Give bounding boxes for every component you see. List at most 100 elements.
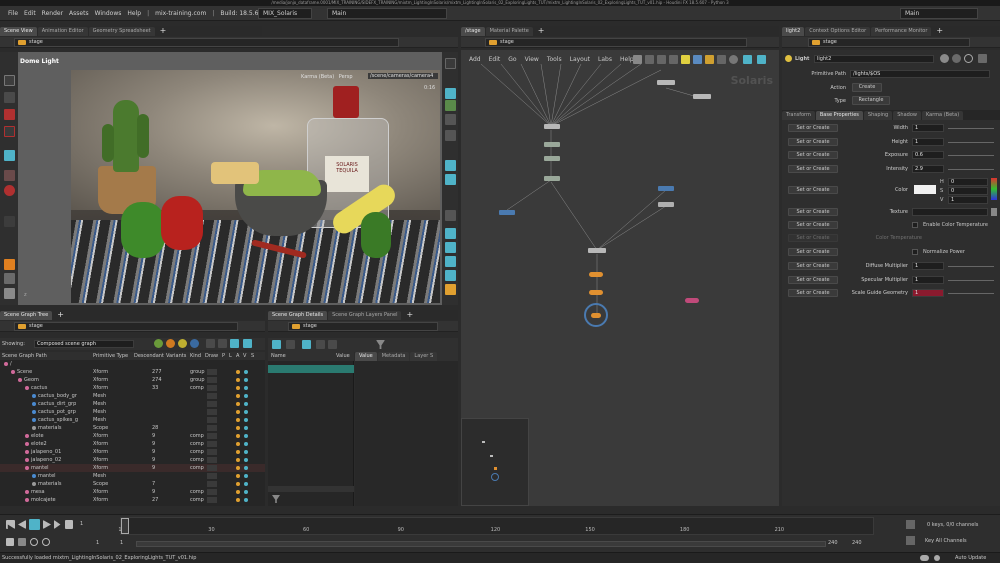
details-tool-5[interactable]	[328, 340, 337, 349]
range-start2[interactable]: 1	[120, 540, 123, 546]
visibility-icon[interactable]	[236, 490, 240, 494]
set-or-create-menu[interactable]: Set or Create	[788, 208, 838, 216]
node-light3[interactable]	[589, 290, 603, 295]
visibility-icon[interactable]	[236, 474, 240, 478]
visibility-icon[interactable]	[236, 498, 240, 502]
range-bar[interactable]	[136, 541, 826, 547]
param-slider[interactable]	[948, 141, 994, 143]
showing-select[interactable]: Composed scene graph	[34, 340, 134, 348]
isolate-icon[interactable]	[445, 242, 456, 253]
col-prim-type[interactable]: Primitive Type	[93, 352, 128, 360]
collapse-icon[interactable]	[206, 339, 215, 348]
draw-mode-icon[interactable]	[207, 401, 217, 407]
camera-menu[interactable]: /scene/cameras/camera4	[368, 73, 438, 79]
col-v[interactable]: V	[243, 352, 246, 360]
key-icon[interactable]	[906, 520, 915, 529]
draw-mode-icon[interactable]	[207, 449, 217, 455]
ptab-base-properties[interactable]: Base Properties	[815, 110, 863, 120]
search-icon[interactable]	[964, 54, 973, 63]
node-camera-left[interactable]	[499, 210, 515, 215]
active-icon[interactable]	[244, 418, 248, 422]
table-row[interactable]: cactus_pot_grp Mesh	[0, 408, 265, 416]
set-or-create-menu[interactable]: Set or Create	[788, 248, 838, 256]
options-icon[interactable]	[243, 339, 252, 348]
details-path[interactable]: stage	[288, 322, 438, 331]
table-row[interactable]: mantel Xform 9 comp	[0, 464, 265, 472]
hdr-icon[interactable]	[445, 284, 456, 295]
color-picker-icon[interactable]	[991, 178, 997, 200]
draw-mode-icon[interactable]	[207, 425, 217, 431]
param-slider[interactable]	[948, 155, 994, 156]
col-a[interactable]: A	[236, 352, 239, 360]
draw-mode-icon[interactable]	[207, 417, 217, 423]
lock-icon[interactable]	[445, 114, 456, 125]
visibility-icon[interactable]	[236, 378, 240, 382]
columns-icon[interactable]	[230, 339, 239, 348]
draw-mode-icon[interactable]	[207, 473, 217, 479]
select-tool-icon[interactable]	[4, 75, 15, 86]
hsv-value[interactable]: 1	[948, 196, 988, 204]
node-light-far[interactable]	[685, 298, 699, 303]
enable-color-temp-checkbox[interactable]	[912, 222, 918, 228]
table-row[interactable]: cactus_dirt_grp Mesh	[0, 400, 265, 408]
ptab-shaping[interactable]: Shaping	[863, 110, 893, 120]
file-browse-icon[interactable]	[991, 208, 997, 216]
add-tab-button[interactable]: +	[932, 27, 947, 36]
param-value[interactable]: 1	[912, 289, 944, 297]
visibility-icon[interactable]	[236, 370, 240, 374]
filter-icon[interactable]	[376, 340, 385, 349]
table-row[interactable]: cactus_body_gr Mesh	[0, 392, 265, 400]
visibility-icon[interactable]	[236, 466, 240, 470]
param-slider[interactable]	[948, 168, 994, 170]
gear-icon[interactable]	[940, 54, 949, 63]
visibility-icon[interactable]	[236, 458, 240, 462]
realtime-icon[interactable]	[42, 538, 50, 546]
param-value[interactable]: 1	[912, 275, 944, 284]
expand-icon[interactable]	[218, 339, 227, 348]
stop-icon[interactable]	[29, 519, 40, 530]
main-desktop-selector[interactable]: Main	[327, 8, 447, 19]
table-row[interactable]: mantel Mesh	[0, 472, 265, 480]
visibility-icon[interactable]	[236, 442, 240, 446]
magnet-icon[interactable]	[4, 185, 15, 196]
tab-stage[interactable]: /stage	[461, 27, 485, 36]
info-icon[interactable]	[978, 54, 987, 63]
jump-start-icon[interactable]	[6, 520, 15, 529]
active-icon[interactable]	[244, 450, 248, 454]
tab-performance-monitor[interactable]: Performance Monitor	[871, 27, 932, 36]
col-s[interactable]: S	[251, 352, 254, 360]
active-icon[interactable]	[244, 410, 248, 414]
shading-icon[interactable]	[445, 100, 456, 111]
network-editor[interactable]: Add Edit Go View Tools Layout Labs Help …	[461, 50, 779, 506]
table-row[interactable]: materials Scope 28	[0, 424, 265, 432]
type-menu[interactable]: Rectangle	[852, 96, 890, 105]
keys-icon[interactable]	[18, 538, 26, 546]
draw-mode-icon[interactable]	[207, 465, 217, 471]
draw-mode-icon[interactable]	[207, 433, 217, 439]
set-or-create-menu[interactable]: Set or Create	[788, 164, 838, 173]
active-icon[interactable]	[244, 378, 248, 382]
key-all-channels[interactable]: Key All Channels	[925, 538, 967, 544]
active-icon[interactable]	[244, 370, 248, 374]
table-row[interactable]: Geom Xform 274 group	[0, 376, 265, 384]
viewport[interactable]: Dome Light SOLARIS TEQUILA Karma (Beta) …	[18, 52, 442, 305]
cloud-icon[interactable]	[920, 555, 929, 561]
set-or-create-menu[interactable]: Set or Create	[788, 275, 838, 284]
col-p[interactable]: P	[222, 352, 225, 360]
scene-graph-tree[interactable]: / Scene Xform 277 group Geom Xform 274 group cact…	[0, 360, 265, 506]
range-start[interactable]: 1	[96, 540, 99, 546]
menu-edit[interactable]: Edit	[24, 10, 36, 17]
node-edit-props[interactable]	[544, 142, 560, 147]
subtab-layer[interactable]: Layer S	[410, 352, 438, 361]
menu-assets[interactable]: Assets	[69, 10, 89, 17]
table-row[interactable]: elote2 Xform 9 comp	[0, 440, 265, 448]
table-row[interactable]: Scene Xform 277 group	[0, 368, 265, 376]
col-variants[interactable]: Variants	[166, 352, 186, 360]
network-path[interactable]: stage	[485, 38, 747, 47]
draw-mode-icon[interactable]	[207, 457, 217, 463]
render-tool-icon[interactable]	[4, 259, 15, 270]
play-reverse-icon[interactable]	[18, 520, 26, 529]
node-set-attrs[interactable]	[544, 156, 560, 161]
subtab-metadata[interactable]: Metadata	[377, 352, 410, 361]
visibility-icon[interactable]	[236, 418, 240, 422]
